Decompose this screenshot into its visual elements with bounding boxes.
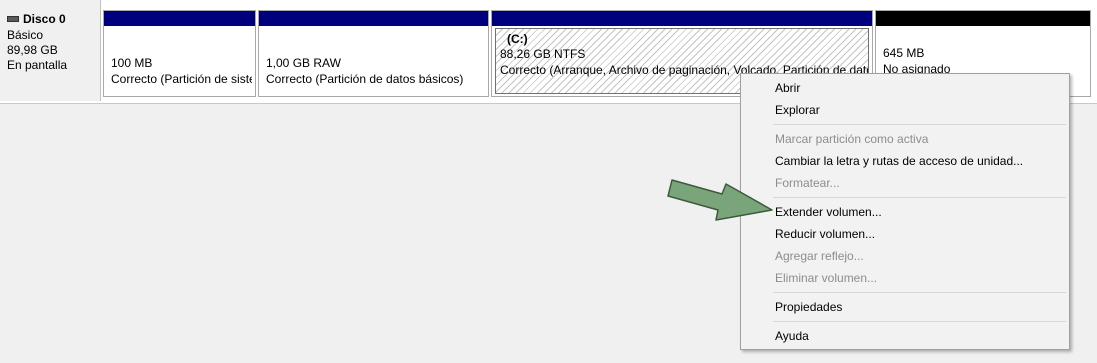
menu-item-marcar-activa: Marcar partición como activa	[775, 132, 929, 146]
menu-item-ayuda[interactable]: Ayuda	[775, 326, 1063, 346]
partition-size: 1,00 GB RAW	[266, 56, 341, 70]
partition-status: Correcto (Partición de siste	[111, 72, 252, 86]
partition-body[interactable]: 100 MB Correcto (Partición de siste	[107, 28, 252, 94]
menu-item-cambiar-letra[interactable]: Cambiar la letra y rutas de acceso de un…	[775, 151, 1063, 171]
context-menu: Abrir Explorar Marcar partición como act…	[740, 73, 1070, 350]
disk-size: 89,98 GB	[7, 43, 58, 57]
menu-item-eliminar-volumen: Eliminar volumen...	[775, 271, 878, 285]
menu-item-propiedades[interactable]: Propiedades	[775, 297, 1063, 317]
menu-item-abrir[interactable]: Abrir	[775, 78, 1063, 98]
menu-item-agregar-reflejo: Agregar reflejo...	[775, 249, 864, 263]
menu-item-explorar[interactable]: Explorar	[775, 100, 1063, 120]
menu-item-formatear: Formatear...	[775, 176, 840, 190]
partition-system[interactable]: 100 MB Correcto (Partición de siste	[103, 10, 256, 97]
disk-type: Básico	[7, 28, 44, 42]
partition-raw[interactable]: 1,00 GB RAW Correcto (Partición de datos…	[258, 10, 489, 97]
menu-separator	[773, 124, 1066, 125]
menu-item-reducir-volumen[interactable]: Reducir volumen...	[775, 224, 1063, 244]
partition-bar	[104, 11, 255, 26]
menu-separator	[773, 321, 1066, 322]
menu-item-extender-volumen[interactable]: Extender volumen...	[775, 202, 1063, 222]
disk-drive-icon	[7, 16, 19, 22]
disk-title: Disco 0	[23, 12, 66, 26]
green-arrow-icon	[667, 179, 773, 221]
partition-bar	[259, 11, 488, 26]
partition-bar	[492, 11, 872, 26]
menu-separator	[773, 292, 1066, 293]
partition-size: 88,26 GB NTFS	[500, 47, 586, 61]
green-arrow-shape	[667, 179, 773, 221]
partition-size: 645 MB	[883, 46, 925, 60]
partition-bar	[876, 11, 1090, 26]
partition-status: Correcto (Partición de datos básicos)	[266, 72, 464, 86]
partition-size: 100 MB	[111, 56, 153, 70]
partition-name: (C:)	[507, 32, 528, 46]
disk-title-line: Disco 0	[7, 12, 66, 26]
disk-status: En pantalla	[7, 58, 68, 72]
partition-body[interactable]: 1,00 GB RAW Correcto (Partición de datos…	[262, 28, 485, 94]
disk-info-panel[interactable]: Disco 0 Básico 89,98 GB En pantalla	[0, 0, 101, 101]
menu-separator	[773, 197, 1066, 198]
